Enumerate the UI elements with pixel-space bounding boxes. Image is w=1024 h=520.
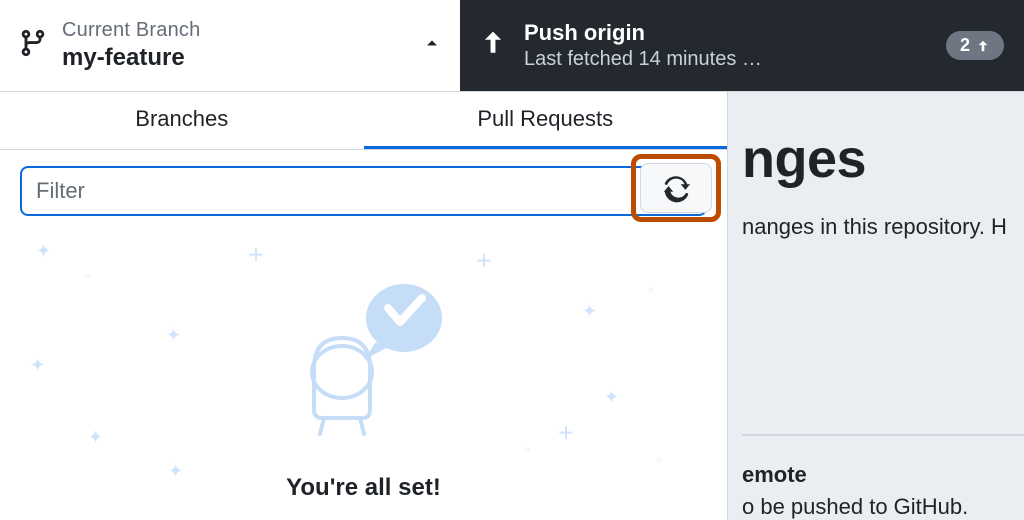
sparkle-dot-icon: ○ xyxy=(656,456,662,466)
sync-icon xyxy=(661,173,691,203)
branch-label: Current Branch xyxy=(62,19,408,42)
sparkle-icon: ✦ xyxy=(88,428,103,446)
sparkle-icon: ✦ xyxy=(604,388,619,406)
push-origin-button[interactable]: Push origin Last fetched 14 minutes … 2 xyxy=(460,0,1024,91)
main-subtext-fragment: nanges in this repository. H xyxy=(742,214,1024,240)
caret-up-icon xyxy=(422,33,442,58)
push-title: Push origin xyxy=(524,20,928,46)
branch-selector[interactable]: Current Branch my-feature xyxy=(0,0,460,91)
branch-name: my-feature xyxy=(62,44,408,72)
refresh-button[interactable] xyxy=(640,163,712,213)
main-heading-fragment: nges xyxy=(742,128,1024,190)
all-set-illustration xyxy=(264,268,464,443)
empty-state-title: You're all set! xyxy=(286,474,441,502)
sparkle-icon: ✕ xyxy=(244,243,267,266)
sparkle-icon: ✦ xyxy=(30,356,45,374)
content-bottom: emote o be pushed to GitHub. xyxy=(742,434,1024,520)
push-subtitle: Last fetched 14 minutes … xyxy=(524,48,928,71)
bottom-desc-fragment: o be pushed to GitHub. xyxy=(742,494,1024,520)
sparkle-icon: ✦ xyxy=(36,242,51,260)
filter-input[interactable] xyxy=(20,166,707,216)
sparkle-icon: ✦ xyxy=(168,462,183,480)
push-text: Push origin Last fetched 14 minutes … xyxy=(524,20,928,71)
empty-state: ✦ ✕ ○ ✕ ✦ ✦ ○ ✦ ✦ ✕ ✦ ○ ✦ ○ xyxy=(0,228,727,520)
filter-row xyxy=(0,150,727,228)
arrow-up-small-icon xyxy=(976,39,990,53)
tab-branches[interactable]: Branches xyxy=(0,92,364,149)
main-content: nges nanges in this repository. H emote … xyxy=(728,92,1024,520)
sparkle-dot-icon: ○ xyxy=(524,446,530,456)
sparkle-dot-icon: ○ xyxy=(84,272,90,282)
git-branch-icon xyxy=(18,28,48,63)
dropdown-tabs: Branches Pull Requests xyxy=(0,92,727,150)
sparkle-icon: ✕ xyxy=(472,249,495,272)
branch-text: Current Branch my-feature xyxy=(62,19,408,72)
bottom-title-fragment: emote xyxy=(742,462,1024,488)
sparkle-icon: ✦ xyxy=(166,326,181,344)
app-toolbar: Current Branch my-feature Push origin La… xyxy=(0,0,1024,92)
refresh-highlight xyxy=(631,154,721,222)
push-count-badge: 2 xyxy=(946,31,1004,60)
arrow-up-icon xyxy=(480,30,506,61)
sparkle-icon: ✕ xyxy=(554,421,577,444)
content-top: nges nanges in this repository. H xyxy=(742,92,1024,240)
app-body: Branches Pull Requests ✦ ✕ ○ ✕ ✦ ✦ ○ ✦ ✦… xyxy=(0,92,1024,520)
sparkle-dot-icon: ○ xyxy=(648,286,654,296)
tab-pull-requests[interactable]: Pull Requests xyxy=(364,92,728,149)
branch-dropdown-panel: Branches Pull Requests ✦ ✕ ○ ✕ ✦ ✦ ○ ✦ ✦… xyxy=(0,92,728,520)
push-count: 2 xyxy=(960,35,970,56)
sparkle-icon: ✦ xyxy=(582,302,597,320)
